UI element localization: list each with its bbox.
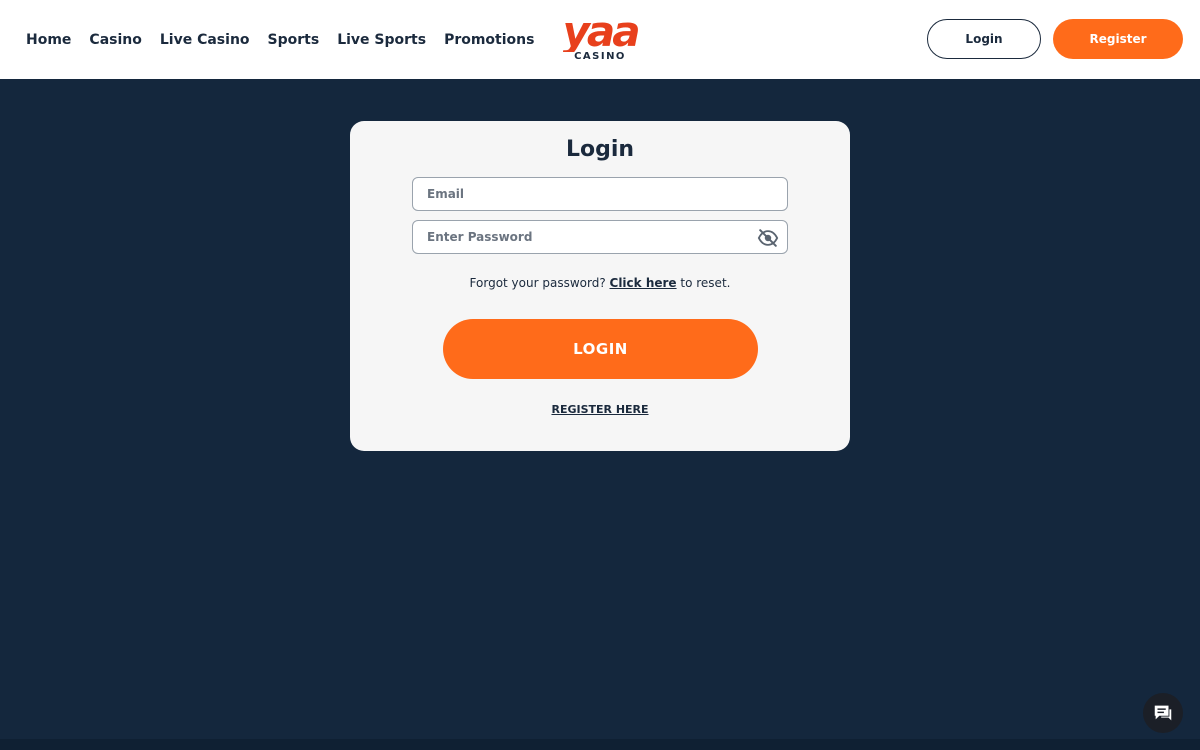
nav-item-live-sports[interactable]: Live Sports <box>337 32 426 48</box>
header-register-button[interactable]: Register <box>1053 19 1183 59</box>
forgot-password-text: Forgot your password? Click here to rese… <box>350 276 850 290</box>
nav-item-sports[interactable]: Sports <box>268 32 320 48</box>
top-header: Home Casino Live Casino Sports Live Spor… <box>0 0 1200 79</box>
main-nav: Home Casino Live Casino Sports Live Spor… <box>26 0 552 79</box>
login-submit-button[interactable]: LOGIN <box>443 319 758 379</box>
nav-item-casino[interactable]: Casino <box>89 32 141 48</box>
logo-mark-text: yaa <box>562 8 638 52</box>
email-input[interactable] <box>413 178 743 210</box>
yaa-casino-logo[interactable]: yaa CASINO <box>560 7 641 64</box>
login-card: Login Forgot your password? Click here t… <box>350 121 850 451</box>
forgot-suffix: to reset. <box>680 276 731 290</box>
footer-strip <box>0 739 1200 750</box>
forgot-password-link[interactable]: Click here <box>610 276 677 290</box>
email-field[interactable] <box>412 177 788 211</box>
password-input[interactable] <box>413 221 743 253</box>
eye-off-icon[interactable] <box>757 227 779 249</box>
chat-button[interactable] <box>1143 693 1183 733</box>
nav-item-home[interactable]: Home <box>26 32 71 48</box>
nav-item-promotions[interactable]: Promotions <box>444 32 534 48</box>
yaa-logo-icon: yaa <box>562 7 641 56</box>
chat-icon <box>1154 705 1172 721</box>
password-field[interactable] <box>412 220 788 254</box>
forgot-prefix: Forgot your password? <box>469 276 606 290</box>
nav-item-live-casino[interactable]: Live Casino <box>160 32 250 48</box>
login-title: Login <box>565 137 635 162</box>
header-login-button[interactable]: Login <box>927 19 1041 59</box>
logo-casino-text: CASINO <box>574 51 626 62</box>
register-here-link[interactable]: REGISTER HERE <box>350 403 850 416</box>
